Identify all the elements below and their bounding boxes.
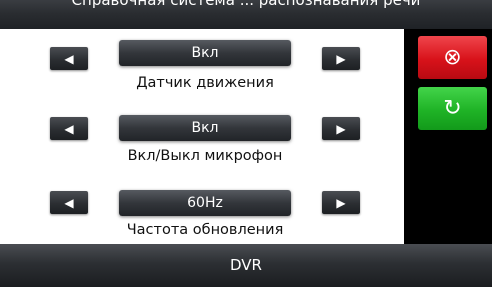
prev-button[interactable]: ◀ xyxy=(50,191,88,214)
setting-label: Датчик движения xyxy=(136,75,274,91)
arrow-left-icon: ◀ xyxy=(64,121,74,136)
prev-button[interactable]: ◀ xyxy=(50,47,88,70)
setting-label: Частота обновления xyxy=(126,222,284,238)
top-bar: Справочная система ... распознавания реч… xyxy=(0,0,492,29)
setting-value: Вкл xyxy=(119,115,291,141)
reset-button[interactable]: ↻ xyxy=(418,87,487,130)
next-button[interactable]: ▶ xyxy=(322,117,360,140)
next-button[interactable]: ▶ xyxy=(322,191,360,214)
arrow-right-icon: ▶ xyxy=(336,121,346,136)
close-circle-icon: ⊗ xyxy=(443,45,462,70)
setting-label: Вкл/Выкл микрофон xyxy=(127,148,283,164)
cancel-button[interactable]: ⊗ xyxy=(418,36,487,79)
setting-value: 60Hz xyxy=(119,190,291,216)
top-bar-title: Справочная система ... распознавания реч… xyxy=(71,0,421,9)
arrow-right-icon: ▶ xyxy=(336,51,346,66)
next-button[interactable]: ▶ xyxy=(322,47,360,70)
mode-title: DVR xyxy=(230,256,262,274)
refresh-icon: ↻ xyxy=(443,96,462,121)
arrow-left-icon: ◀ xyxy=(64,51,74,66)
prev-button[interactable]: ◀ xyxy=(50,117,88,140)
arrow-left-icon: ◀ xyxy=(64,195,74,210)
setting-value: Вкл xyxy=(119,40,291,66)
bottom-bar: DVR xyxy=(0,244,492,287)
arrow-right-icon: ▶ xyxy=(336,195,346,210)
